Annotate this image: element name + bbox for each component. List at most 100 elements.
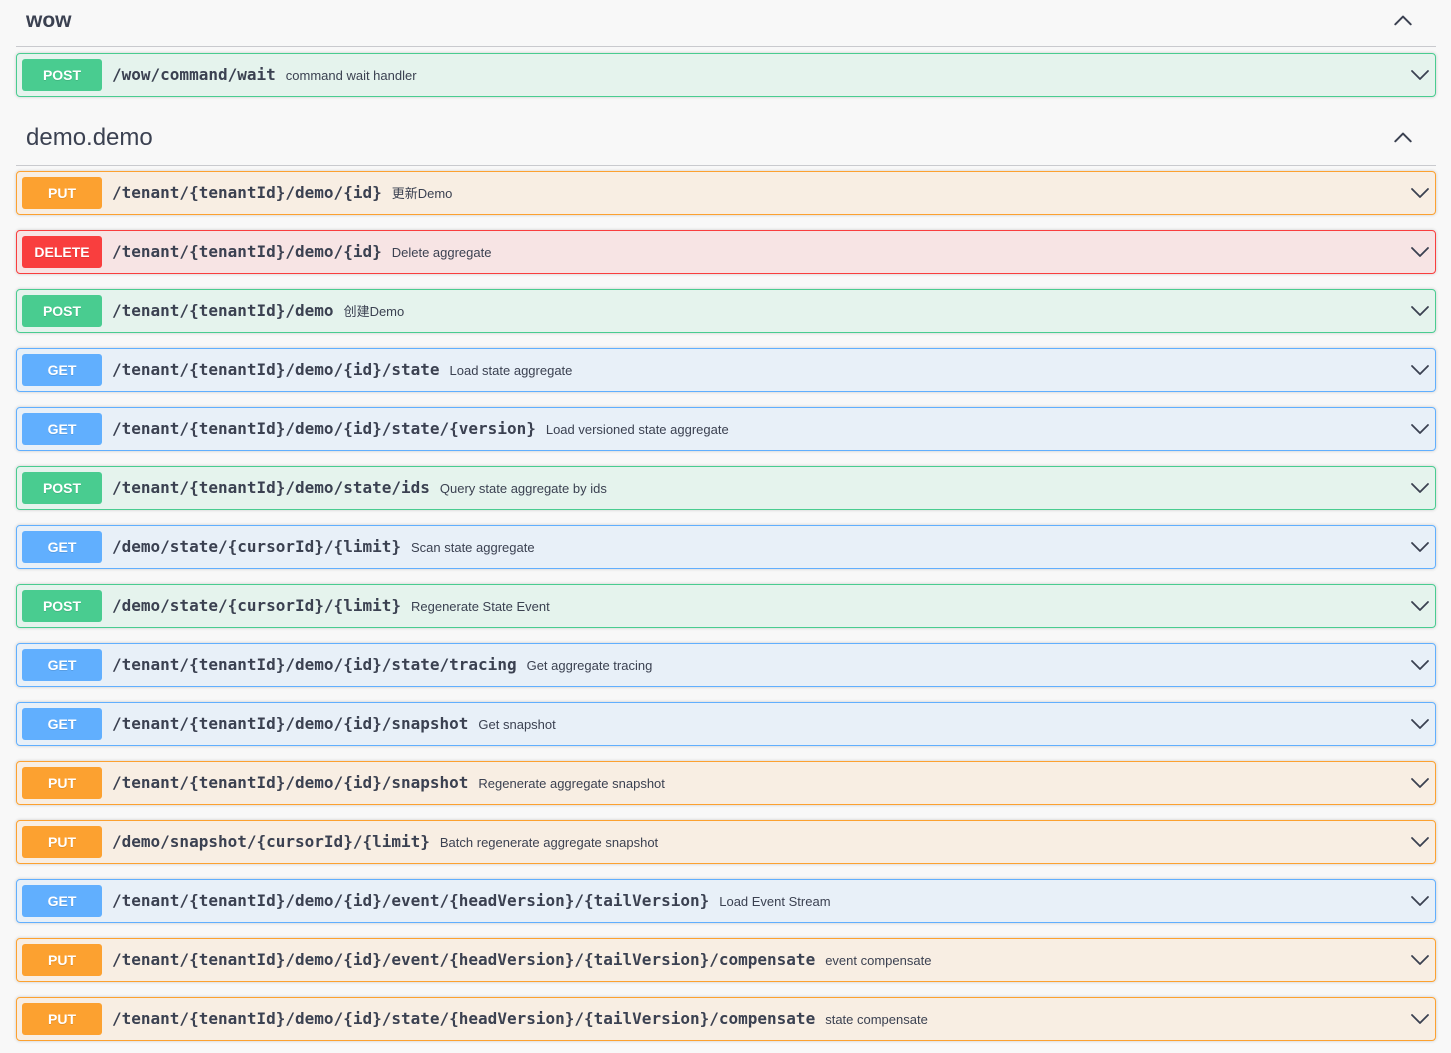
operation-get-demo-state-tracing[interactable]: GET /tenant/{tenantId}/demo/{id}/state/t… bbox=[16, 643, 1436, 687]
method-badge: DELETE bbox=[22, 236, 102, 268]
operation-path: /tenant/{tenantId}/demo/{id} bbox=[112, 183, 382, 202]
method-badge: PUT bbox=[22, 944, 102, 976]
operation-path: /tenant/{tenantId}/demo/{id}/state bbox=[112, 360, 440, 379]
method-badge: POST bbox=[22, 295, 102, 327]
operation-description: Regenerate State Event bbox=[410, 599, 550, 614]
operation-path: /wow/command/wait bbox=[112, 65, 276, 84]
operation-put-demo-snapshot-batch[interactable]: PUT /demo/snapshot/{cursorId}/{limit} Bat… bbox=[16, 820, 1436, 864]
operation-summary: /demo/state/{cursorId}/{limit} Scan state… bbox=[112, 526, 535, 568]
operation-summary: /tenant/{tenantId}/demo/{id}/event/{head… bbox=[112, 939, 931, 981]
operation-post-wow-command-wait[interactable]: POST /wow/command/wait command wait handl… bbox=[16, 53, 1436, 97]
chevron-down-icon[interactable] bbox=[1410, 478, 1430, 498]
operation-path: /tenant/{tenantId}/demo/{id}/state/{head… bbox=[112, 1009, 816, 1028]
operation-put-demo-snapshot[interactable]: PUT /tenant/{tenantId}/demo/{id}/snapsho… bbox=[16, 761, 1436, 805]
operation-path: /tenant/{tenantId}/demo/{id}/state/traci… bbox=[112, 655, 517, 674]
chevron-down-icon[interactable] bbox=[1410, 832, 1430, 852]
operation-get-demo-state-version[interactable]: GET /tenant/{tenantId}/demo/{id}/state/{… bbox=[16, 407, 1436, 451]
operation-description: Scan state aggregate bbox=[410, 540, 535, 555]
chevron-down-icon[interactable] bbox=[1410, 183, 1430, 203]
operation-description: Delete aggregate bbox=[391, 245, 492, 260]
method-badge: GET bbox=[22, 708, 102, 740]
chevron-down-icon[interactable] bbox=[1410, 891, 1430, 911]
method-badge: PUT bbox=[22, 1003, 102, 1035]
swagger-operations-page: wow POST /wow/command/wait command wait h… bbox=[0, 0, 1451, 1053]
operation-path: /demo/state/{cursorId}/{limit} bbox=[112, 596, 401, 615]
chevron-up-icon[interactable] bbox=[1392, 10, 1414, 32]
method-badge: POST bbox=[22, 472, 102, 504]
method-badge: PUT bbox=[22, 767, 102, 799]
operation-summary: /tenant/{tenantId}/demo 创建Demo bbox=[112, 290, 404, 332]
chevron-down-icon[interactable] bbox=[1410, 655, 1430, 675]
operation-get-demo-state[interactable]: GET /tenant/{tenantId}/demo/{id}/state Lo… bbox=[16, 348, 1436, 392]
chevron-down-icon[interactable] bbox=[1410, 65, 1430, 85]
operation-description: Query state aggregate by ids bbox=[439, 481, 607, 496]
operation-get-demo-state-scan[interactable]: GET /demo/state/{cursorId}/{limit} Scan s… bbox=[16, 525, 1436, 569]
tag-section-wow[interactable]: wow bbox=[16, 0, 1436, 47]
operation-put-demo-state-compensate[interactable]: PUT /tenant/{tenantId}/demo/{id}/state/{… bbox=[16, 997, 1436, 1041]
operation-description: 创建Demo bbox=[343, 304, 405, 319]
tag-title: demo.demo bbox=[26, 124, 153, 151]
operation-description: Regenerate aggregate snapshot bbox=[478, 776, 665, 791]
method-badge: POST bbox=[22, 59, 102, 91]
operation-summary: /demo/state/{cursorId}/{limit} Regenerate… bbox=[112, 585, 550, 627]
chevron-up-icon[interactable] bbox=[1392, 127, 1414, 149]
operation-summary: /wow/command/wait command wait handler bbox=[112, 54, 417, 96]
operation-path: /tenant/{tenantId}/demo/{id}/snapshot bbox=[112, 714, 469, 733]
tag-title: wow bbox=[26, 9, 72, 32]
method-badge: GET bbox=[22, 413, 102, 445]
operation-path: /tenant/{tenantId}/demo/{id}/snapshot bbox=[112, 773, 469, 792]
operation-description: Get snapshot bbox=[478, 717, 556, 732]
chevron-down-icon[interactable] bbox=[1410, 537, 1430, 557]
chevron-down-icon[interactable] bbox=[1410, 419, 1430, 439]
operation-path: /tenant/{tenantId}/demo/{id}/event/{head… bbox=[112, 950, 816, 969]
method-badge: PUT bbox=[22, 177, 102, 209]
operation-description: command wait handler bbox=[285, 68, 417, 83]
operation-put-demo[interactable]: PUT /tenant/{tenantId}/demo/{id} 更新Demo bbox=[16, 171, 1436, 215]
chevron-down-icon[interactable] bbox=[1410, 242, 1430, 262]
chevron-down-icon[interactable] bbox=[1410, 714, 1430, 734]
chevron-down-icon[interactable] bbox=[1410, 773, 1430, 793]
operation-path: /demo/snapshot/{cursorId}/{limit} bbox=[112, 832, 430, 851]
operation-description: Load Event Stream bbox=[719, 894, 831, 909]
operation-description: Load versioned state aggregate bbox=[545, 422, 729, 437]
tag-section-demo-demo[interactable]: demo.demo bbox=[16, 115, 1436, 166]
chevron-down-icon[interactable] bbox=[1410, 1009, 1430, 1029]
operation-summary: /demo/snapshot/{cursorId}/{limit} Batch r… bbox=[112, 821, 658, 863]
operation-path: /tenant/{tenantId}/demo/{id}/state/{vers… bbox=[112, 419, 536, 438]
operation-summary: /tenant/{tenantId}/demo/{id}/state/{head… bbox=[112, 998, 928, 1040]
chevron-down-icon[interactable] bbox=[1410, 950, 1430, 970]
operation-path: /demo/state/{cursorId}/{limit} bbox=[112, 537, 401, 556]
chevron-down-icon[interactable] bbox=[1410, 596, 1430, 616]
operation-summary: /tenant/{tenantId}/demo/{id}/state/traci… bbox=[112, 644, 652, 686]
operation-post-demo[interactable]: POST /tenant/{tenantId}/demo 创建Demo bbox=[16, 289, 1436, 333]
method-badge: POST bbox=[22, 590, 102, 622]
operation-put-demo-event-compensate[interactable]: PUT /tenant/{tenantId}/demo/{id}/event/{… bbox=[16, 938, 1436, 982]
operation-summary: /tenant/{tenantId}/demo/{id} 更新Demo bbox=[112, 172, 452, 214]
operation-path: /tenant/{tenantId}/demo/{id} bbox=[112, 242, 382, 261]
operation-post-demo-state-ids[interactable]: POST /tenant/{tenantId}/demo/state/ids Qu… bbox=[16, 466, 1436, 510]
operation-path: /tenant/{tenantId}/demo/state/ids bbox=[112, 478, 430, 497]
operation-description: 更新Demo bbox=[391, 186, 453, 201]
operation-get-demo-snapshot[interactable]: GET /tenant/{tenantId}/demo/{id}/snapsho… bbox=[16, 702, 1436, 746]
operation-summary: /tenant/{tenantId}/demo/{id}/state/{vers… bbox=[112, 408, 729, 450]
operation-summary: /tenant/{tenantId}/demo/{id}/snapshot Get… bbox=[112, 703, 556, 745]
operation-delete-demo[interactable]: DELETE /tenant/{tenantId}/demo/{id} Delet… bbox=[16, 230, 1436, 274]
operation-description: event compensate bbox=[825, 953, 932, 968]
operation-summary: /tenant/{tenantId}/demo/{id}/state Load s… bbox=[112, 349, 572, 391]
operation-get-demo-event-stream[interactable]: GET /tenant/{tenantId}/demo/{id}/event/{… bbox=[16, 879, 1436, 923]
operation-post-demo-state-regenerate[interactable]: POST /demo/state/{cursorId}/{limit} Regen… bbox=[16, 584, 1436, 628]
method-badge: GET bbox=[22, 649, 102, 681]
operation-description: state compensate bbox=[825, 1012, 928, 1027]
operation-summary: /tenant/{tenantId}/demo/{id} Delete aggre… bbox=[112, 231, 491, 273]
operation-summary: /tenant/{tenantId}/demo/{id}/event/{head… bbox=[112, 880, 831, 922]
operation-summary: /tenant/{tenantId}/demo/state/ids Query s… bbox=[112, 467, 607, 509]
chevron-down-icon[interactable] bbox=[1410, 301, 1430, 321]
operation-summary: /tenant/{tenantId}/demo/{id}/snapshot Reg… bbox=[112, 762, 665, 804]
operation-description: Load state aggregate bbox=[449, 363, 573, 378]
method-badge: PUT bbox=[22, 826, 102, 858]
chevron-down-icon[interactable] bbox=[1410, 360, 1430, 380]
operation-path: /tenant/{tenantId}/demo bbox=[112, 301, 334, 320]
operation-description: Get aggregate tracing bbox=[526, 658, 653, 673]
method-badge: GET bbox=[22, 531, 102, 563]
method-badge: GET bbox=[22, 885, 102, 917]
